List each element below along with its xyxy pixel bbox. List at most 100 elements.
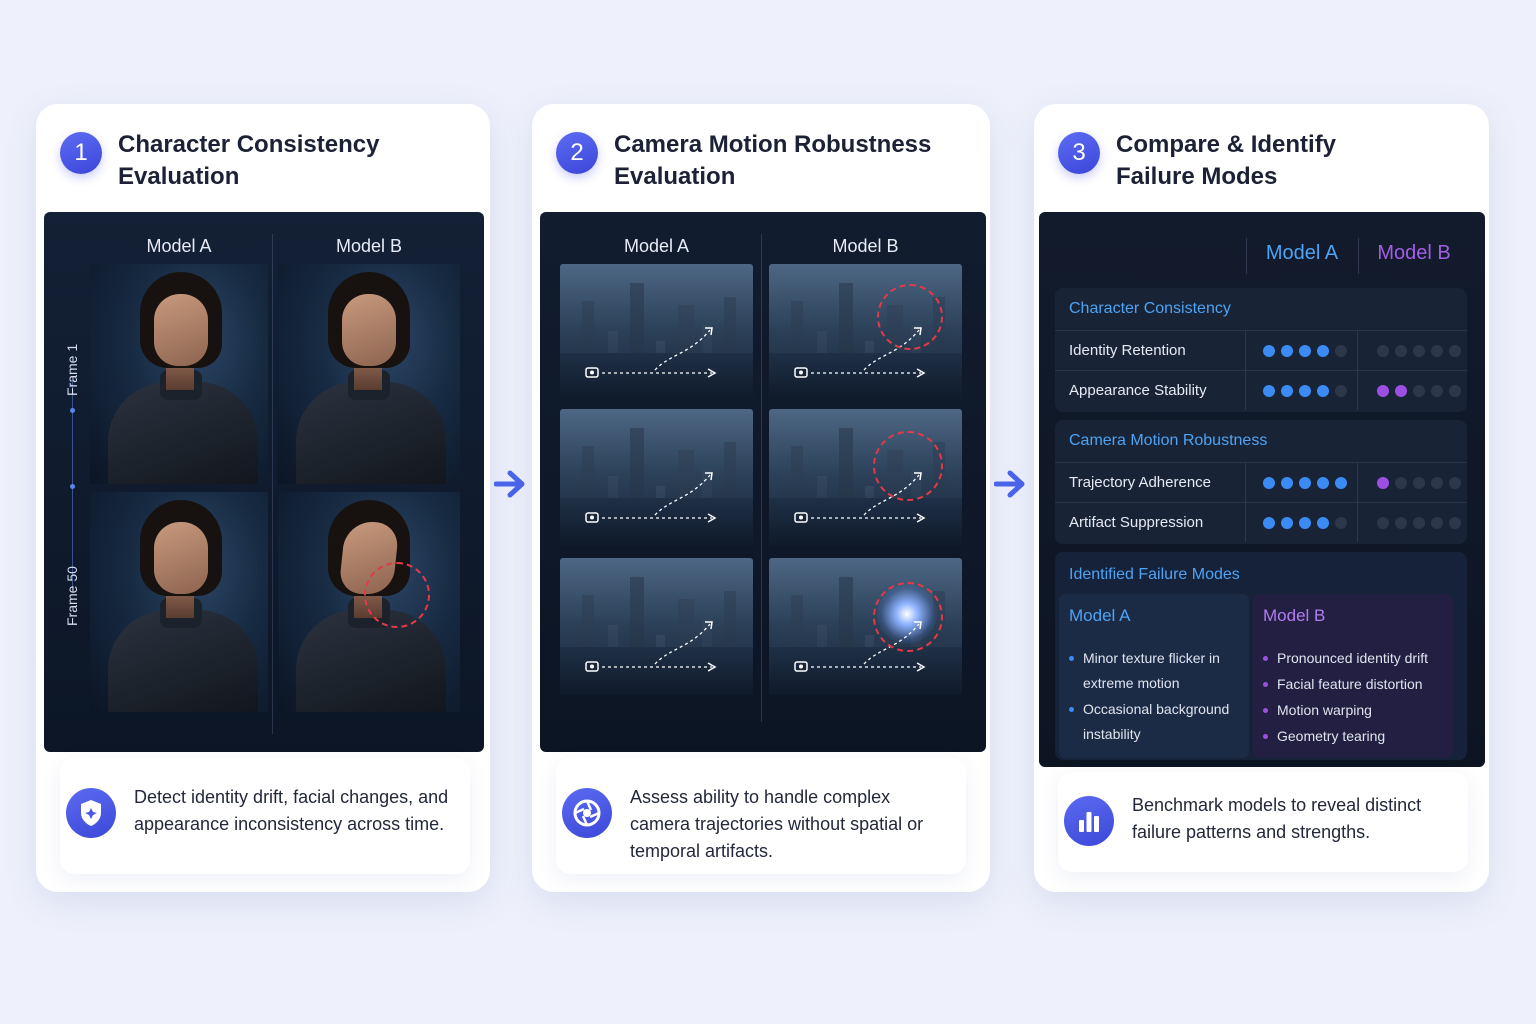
score-dot-filled [1377, 385, 1389, 397]
score-dot-filled [1395, 385, 1407, 397]
score-dot-filled [1317, 345, 1329, 357]
frame-50-label: Frame 50 [64, 566, 80, 626]
description-text: Assess ability to handle complex camera … [630, 787, 924, 861]
arrow-right-icon [494, 470, 525, 498]
failure-mode-item: Geometry tearing [1263, 724, 1441, 749]
score-dot-empty [1395, 477, 1407, 489]
frame-timeline-dot [70, 408, 75, 413]
score-dot-filled [1263, 345, 1275, 357]
camera-frames-panel: Model A Model B [540, 212, 986, 752]
camera-motion-card: 2 Camera Motion Robustness Evaluation Mo… [532, 104, 990, 892]
score-dot-empty [1335, 385, 1347, 397]
character-consistency-card: 1 Character Consistency Evaluation Model… [36, 104, 490, 892]
step-1-badge: 1 [60, 132, 102, 174]
city-frame-model-a [560, 558, 753, 695]
section-title: Character Consistency [1069, 300, 1231, 317]
portrait-model-b-frame-1 [278, 264, 460, 484]
metric-label: Identity Retention [1069, 342, 1186, 359]
table-header-model-a: Model A [1265, 242, 1339, 264]
description-text: Benchmark models to reveal distinct fail… [1132, 795, 1422, 842]
score-dot-filled [1317, 477, 1329, 489]
artifact-marker [873, 582, 943, 652]
score-dot-filled [1317, 517, 1329, 529]
failure-modes-model-b-title: Model B [1263, 606, 1326, 625]
frame-timeline-dot [70, 484, 75, 489]
description-text: Detect identity drift, facial changes, a… [134, 787, 449, 834]
metric-label: Artifact Suppression [1069, 514, 1204, 531]
score-dot-empty [1413, 477, 1425, 489]
metric-label: Trajectory Adherence [1069, 474, 1212, 491]
character-consistency-description: Detect identity drift, facial changes, a… [60, 758, 470, 874]
model-b-score-dots [1377, 385, 1461, 397]
score-dot-empty [1377, 345, 1389, 357]
section-title: Camera Motion Robustness [1069, 432, 1268, 449]
score-dot-filled [1299, 477, 1311, 489]
score-dot-empty [1335, 345, 1347, 357]
section-title: Identified Failure Modes [1069, 566, 1240, 583]
camera-motion-description: Assess ability to handle complex camera … [556, 758, 966, 874]
score-dot-empty [1449, 385, 1461, 397]
city-frame-model-b [769, 409, 962, 546]
column-header-model-b: Model B [335, 236, 403, 256]
city-frame-model-a [560, 264, 753, 401]
failure-modes-model-a-title: Model A [1069, 606, 1131, 625]
failure-modes-model-b: Model B Pronounced identity drift Facial… [1253, 594, 1453, 758]
model-b-score-dots [1377, 345, 1461, 357]
score-dot-empty [1395, 345, 1407, 357]
metric-row: Artifact Suppression [1055, 502, 1467, 542]
artifact-marker [873, 431, 943, 501]
character-consistency-title: Character Consistency Evaluation [118, 131, 380, 190]
score-dot-empty [1395, 517, 1407, 529]
compare-card: 3 Compare & Identify Failure Modes Model… [1034, 104, 1489, 892]
camera-motion-title: Camera Motion Robustness Evaluation [614, 131, 932, 190]
score-dot-filled [1263, 517, 1275, 529]
score-dot-empty [1377, 517, 1389, 529]
failure-mode-item: Motion warping [1263, 698, 1441, 723]
model-b-score-dots [1377, 517, 1461, 529]
score-dot-empty [1413, 517, 1425, 529]
score-dot-filled [1335, 477, 1347, 489]
score-dot-empty [1431, 345, 1443, 357]
model-a-score-dots [1263, 517, 1347, 529]
table-header-model-b: Model B [1377, 242, 1451, 264]
column-header-model-a: Model A [146, 236, 212, 256]
score-dot-filled [1317, 385, 1329, 397]
column-header-model-a: Model A [623, 236, 690, 256]
step-3-badge: 3 [1058, 132, 1100, 174]
score-dot-empty [1449, 345, 1461, 357]
arrow-right-icon [994, 470, 1025, 498]
failure-mode-item: Minor texture flicker in extreme motion [1069, 646, 1247, 696]
metric-label: Appearance Stability [1069, 382, 1207, 399]
comparison-panel: Model A Model B Character Consistency Id… [1039, 212, 1485, 767]
portrait-model-b-frame-50 [278, 492, 460, 712]
score-dot-filled [1263, 385, 1275, 397]
metric-row: Appearance Stability [1055, 370, 1467, 410]
score-dot-empty [1431, 477, 1443, 489]
score-dot-filled [1281, 517, 1293, 529]
shield-icon [66, 788, 116, 838]
model-a-score-dots [1263, 385, 1347, 397]
failure-modes-section: Identified Failure Modes Model A Minor t… [1055, 552, 1467, 760]
score-dot-empty [1449, 477, 1461, 489]
score-dot-empty [1431, 385, 1443, 397]
score-dot-filled [1299, 517, 1311, 529]
score-dot-empty [1335, 517, 1347, 529]
aperture-icon [562, 788, 612, 838]
score-dot-empty [1431, 517, 1443, 529]
failure-mode-item: Occasional background instability [1069, 697, 1247, 747]
score-dot-empty [1413, 345, 1425, 357]
frame-1-label: Frame 1 [64, 343, 80, 396]
model-a-score-dots [1263, 345, 1347, 357]
score-dot-filled [1299, 345, 1311, 357]
column-divider [272, 234, 273, 734]
step-2-badge: 2 [556, 132, 598, 174]
model-b-score-dots [1377, 477, 1461, 489]
score-dot-filled [1263, 477, 1275, 489]
character-frames-panel: Model A Model B Frame 1 Frame 50 [44, 212, 484, 752]
camera-trajectory-path [585, 621, 717, 672]
column-header-model-b: Model B [832, 236, 899, 256]
compare-title: Compare & Identify Failure Modes [1116, 131, 1337, 190]
failure-modes-model-a: Model A Minor texture flicker in extreme… [1059, 594, 1249, 758]
city-frame-model-b [769, 264, 962, 401]
metric-row: Identity Retention [1055, 330, 1467, 370]
